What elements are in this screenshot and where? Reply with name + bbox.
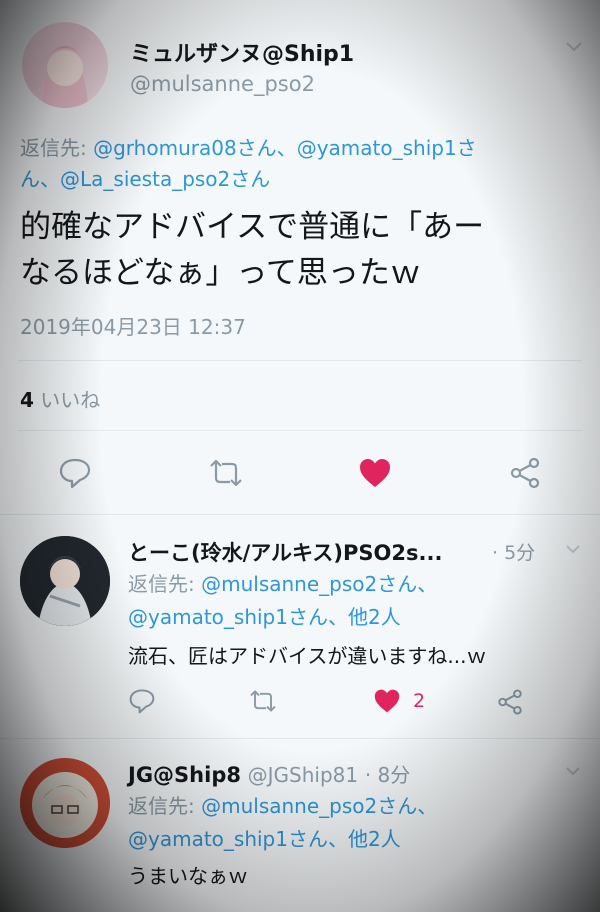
reply-avatar[interactable] (20, 536, 110, 626)
main-reply-to: 返信先: @grhomura08さん、@yamato_ship1さ ん、@La_… (20, 133, 580, 195)
share-icon[interactable] (496, 688, 524, 716)
reply-reply-to: 返信先: @mulsanne_pso2さん、 @yamato_ship1さん、他… (128, 790, 437, 856)
reply-icon[interactable] (128, 688, 156, 714)
reply-prefix: 返信先: (128, 572, 195, 596)
tweet-text-line: なるほどなぁ」って思ったｗ (20, 255, 421, 291)
chevron-down-icon[interactable] (564, 765, 582, 777)
main-avatar[interactable] (22, 22, 108, 108)
reply-display-name[interactable]: とーこ(玲水/アルキス)PSO2s... (128, 537, 442, 567)
reply-time: · 8分 (364, 763, 411, 787)
reply-handle[interactable]: @JGShip81 (248, 763, 358, 787)
reply-reply-to: 返信先: @mulsanne_pso2さん、 @yamato_ship1さん、他… (128, 568, 437, 634)
reply-mention[interactable]: @grhomura08さん、 (93, 136, 297, 160)
reply-icon[interactable] (58, 457, 92, 489)
retweet-icon[interactable] (206, 458, 246, 488)
reply-text: 流石、匠はアドバイスが違いますね...ｗ (128, 644, 487, 668)
chevron-down-icon[interactable] (564, 543, 582, 555)
reply-mention[interactable]: @mulsanne_pso2さん、 (201, 572, 437, 596)
tweet-text-line: 的確なアドバイスで普通に「あー (20, 209, 485, 245)
chevron-down-icon[interactable] (564, 40, 584, 54)
retweet-icon[interactable] (247, 689, 279, 713)
reply-mention[interactable]: @yamato_ship1さん、他2人 (128, 823, 437, 856)
divider (18, 430, 582, 431)
reply-display-name[interactable]: JG@Ship8 (128, 763, 241, 787)
reply-time: · 5分 (492, 542, 536, 564)
reply-prefix: 返信先: (128, 794, 195, 818)
like-count: 2 (413, 690, 426, 712)
reply-prefix: 返信先: (20, 136, 87, 160)
reply-mention[interactable]: @mulsanne_pso2さん、 (201, 794, 437, 818)
reply-avatar[interactable] (20, 758, 110, 848)
reply-mention[interactable]: ん、@La_siesta_pso2さん (20, 164, 580, 195)
reply-header: JG@Ship8 @JGShip81 · 8分 (128, 759, 410, 788)
divider (18, 360, 582, 361)
reply-mention[interactable]: @yamato_ship1さ (297, 136, 477, 160)
main-timestamp[interactable]: 2019年04月23日 12:37 (20, 311, 246, 340)
likes-count: 4 (20, 388, 34, 412)
reply-mention[interactable]: @yamato_ship1さん、他2人 (128, 601, 437, 634)
heart-icon[interactable] (373, 688, 401, 714)
heart-icon[interactable] (358, 457, 392, 489)
main-tweet-text: 的確なアドバイスで普通に「あー なるほどなぁ」って思ったｗ (20, 204, 590, 296)
main-display-name[interactable]: ミュルザンヌ@Ship1 (130, 36, 354, 68)
reply-text: うまいなぁｗ (128, 864, 248, 888)
likes-summary[interactable]: 4 いいね (20, 384, 100, 413)
divider (0, 514, 600, 515)
likes-label: いいね (40, 388, 101, 412)
main-handle[interactable]: @mulsanne_pso2 (130, 72, 315, 96)
share-icon[interactable] (508, 456, 542, 490)
screen: ミュルザンヌ@Ship1 @mulsanne_pso2 返信先: @grhomu… (0, 0, 600, 912)
divider (0, 738, 600, 739)
